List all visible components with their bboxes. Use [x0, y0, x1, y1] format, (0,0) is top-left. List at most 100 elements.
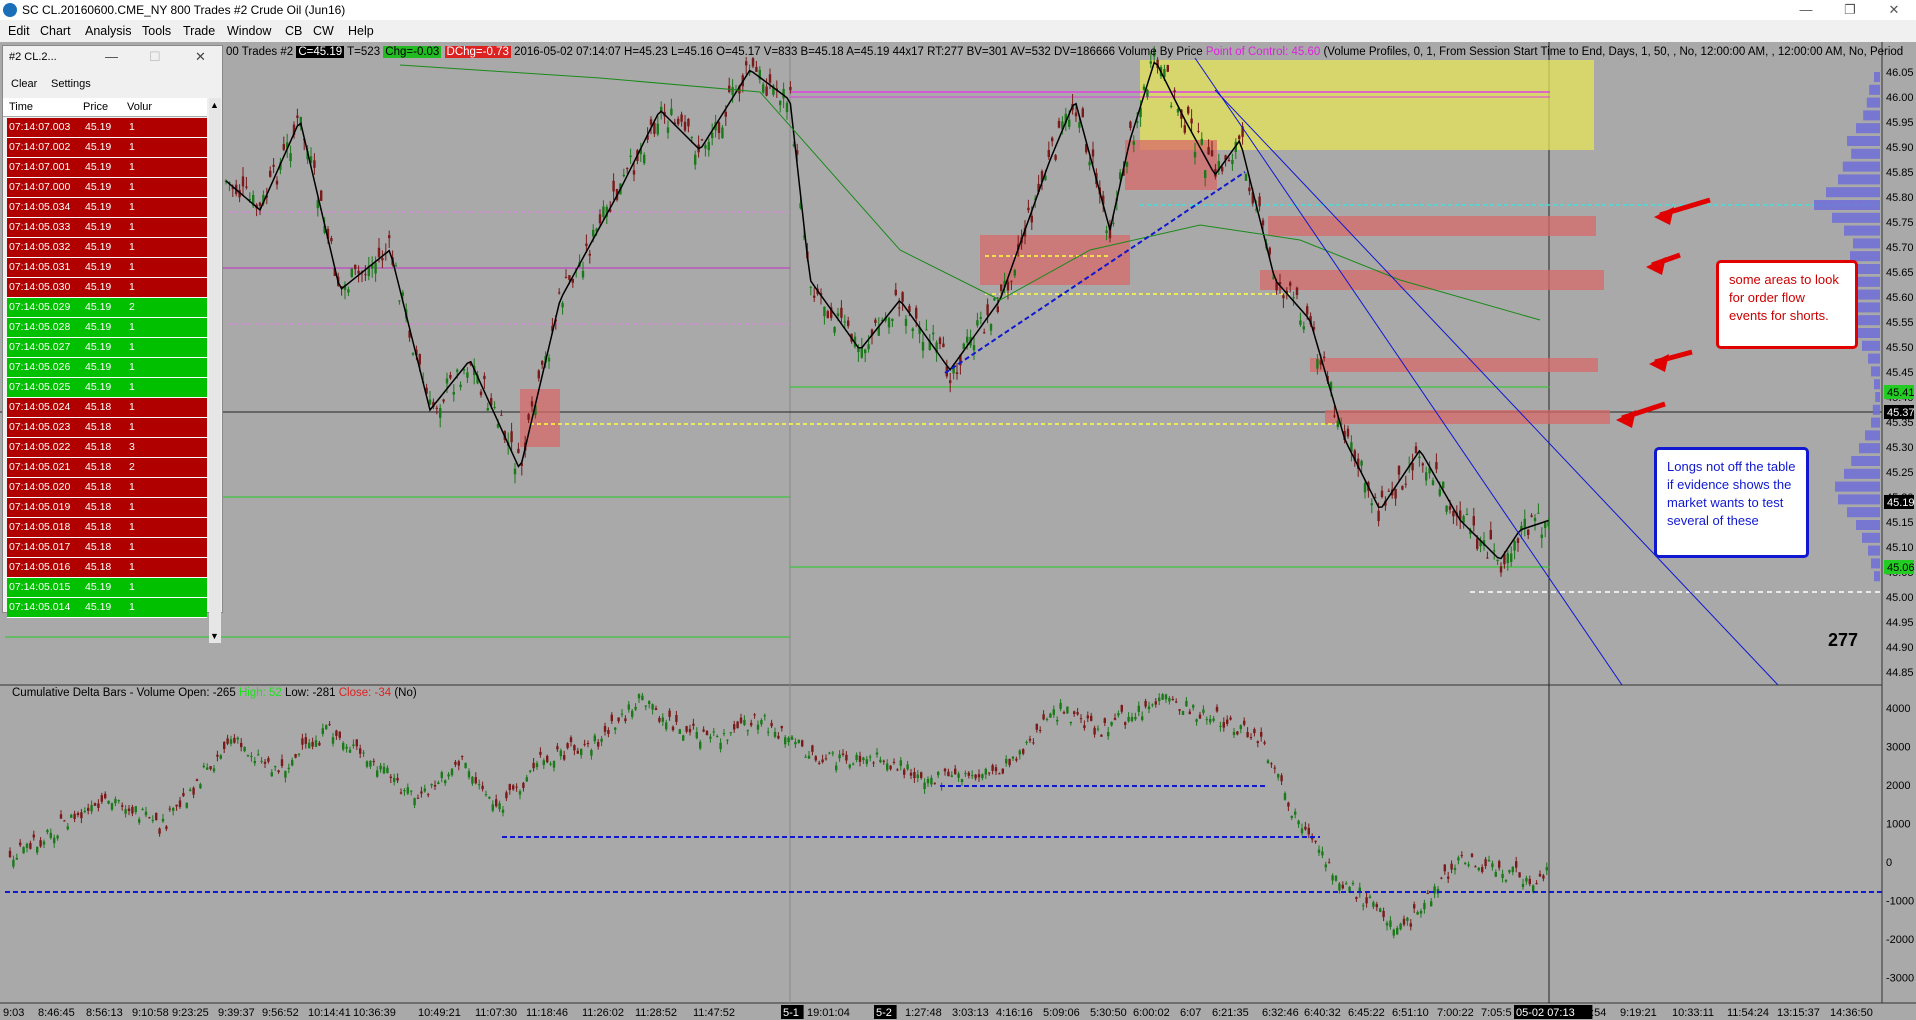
tape-settings-button[interactable]: Settings: [51, 78, 91, 90]
scroll-down-icon[interactable]: ▼: [210, 631, 219, 641]
tape-cell-vol: 1: [129, 521, 135, 533]
price-candle-body: [483, 375, 486, 380]
delta-bar-body: [1290, 815, 1293, 818]
delta-bar-body: [478, 784, 481, 786]
delta-bar-body: [886, 763, 889, 771]
delta-bar-body: [66, 826, 69, 830]
price-tick-label: 44.85: [1886, 667, 1914, 679]
delta-bar-body: [8, 850, 12, 858]
price-candle-body: [1404, 483, 1407, 485]
price-candle-body: [1013, 270, 1016, 276]
time-tick-label: 6:00:02: [1133, 1007, 1170, 1019]
price-candle-body: [1193, 151, 1197, 158]
price-candle-body: [1054, 155, 1057, 160]
price-candle-body: [561, 303, 564, 308]
delta-bar-body: [1334, 875, 1338, 881]
delta-bar-body: [1005, 758, 1008, 764]
price-candle-body: [1292, 297, 1295, 299]
delta-bar-body: [784, 737, 787, 745]
delta-bar-body: [1168, 697, 1171, 702]
delta-bar-body: [498, 803, 501, 810]
delta-bar-body: [427, 794, 430, 796]
delta-bar-body: [556, 746, 559, 750]
delta-bar-body: [1300, 828, 1304, 834]
price-candle-body: [330, 238, 333, 242]
price-candle-body: [1146, 89, 1149, 97]
tape-scrollbar[interactable]: ▲ ▼: [209, 98, 221, 643]
price-candle-body: [1173, 90, 1176, 93]
delta-bar-body: [1219, 725, 1222, 727]
delta-bar-body: [1266, 760, 1270, 764]
delta-bar-body: [1059, 702, 1062, 709]
delta-bar-body: [382, 766, 386, 774]
time-tick-label: 13:15:37: [1777, 1007, 1820, 1019]
price-candle-body: [1010, 280, 1013, 282]
time-and-sales-window[interactable]: #2 CL.2... — ☐ ✕ Clear Settings Time Pri…: [2, 45, 223, 643]
tape-row: 07:14:05.017 45.18 1: [7, 538, 207, 558]
delta-bar-body: [563, 755, 566, 760]
price-candle-body: [320, 190, 323, 201]
delta-bar-body: [1504, 879, 1508, 882]
tape-minimize-button[interactable]: —: [105, 49, 118, 64]
delta-bar-body: [1025, 741, 1028, 743]
price-candle-body: [1401, 485, 1404, 490]
scroll-up-icon[interactable]: ▲: [210, 100, 219, 110]
time-tick-label: 2:54: [1585, 1007, 1606, 1019]
price-chart-canvas[interactable]: 46.05 46.00 45.95 45.90 45.85 45.80 45.75 45.70…: [0, 0, 1916, 1020]
delta-bar-body: [906, 764, 909, 770]
price-candle-body: [568, 275, 571, 280]
tape-close-button[interactable]: ✕: [195, 49, 206, 65]
volume-profile-bar: [1874, 72, 1880, 82]
tape-cell-price: 45.18: [85, 461, 112, 473]
delta-bar-body: [189, 789, 192, 792]
time-tick-label: 5-2: [876, 1007, 892, 1019]
price-candle-body: [1272, 277, 1275, 279]
delta-bar-body: [875, 752, 879, 755]
delta-bar-body: [202, 765, 205, 768]
delta-bar-body: [1382, 911, 1385, 918]
volume-profile-bar: [1874, 379, 1880, 390]
delta-bar-body: [617, 717, 620, 722]
delta-bar-body: [532, 762, 535, 769]
col-volume[interactable]: Volur: [127, 101, 152, 113]
delta-bar-body: [1161, 694, 1164, 700]
delta-bar-body: [879, 759, 882, 763]
price-candle-body: [765, 86, 768, 96]
tape-maximize-button[interactable]: ☐: [149, 49, 161, 65]
delta-bar-body: [1011, 756, 1015, 759]
price-candle-body: [558, 292, 561, 294]
delta-bar-body: [957, 773, 960, 778]
delta-bar-body: [240, 742, 243, 748]
price-candle-body: [1448, 506, 1452, 510]
volume-profile-bar: [1851, 148, 1880, 159]
price-candle-body: [1231, 160, 1234, 165]
delta-bar-body: [1447, 876, 1450, 879]
delta-bar-body: [223, 742, 226, 750]
price-candle-body: [493, 406, 496, 408]
delta-bar-body: [1518, 872, 1521, 878]
price-candle-body: [1537, 512, 1540, 514]
tape-row: 07:14:05.030 45.19 1: [7, 278, 207, 298]
tape-cell-price: 45.18: [85, 561, 112, 573]
tape-cell-price: 45.19: [85, 601, 112, 613]
delta-bar-body: [926, 778, 930, 784]
tape-cell-time: 07:14:07.003: [9, 121, 71, 133]
col-price[interactable]: Price: [83, 101, 108, 113]
delta-bar-body: [1117, 713, 1120, 716]
delta-bar-body: [328, 724, 331, 726]
delta-bar-body: [981, 774, 984, 779]
col-time[interactable]: Time: [9, 101, 33, 113]
delta-bar-body: [1256, 741, 1259, 743]
delta-bar-body: [461, 756, 464, 758]
price-candle-body: [1258, 196, 1261, 207]
price-candle-body: [1472, 516, 1475, 526]
price-candle-body: [1306, 306, 1309, 315]
delta-bar-body: [1314, 840, 1317, 842]
price-candle-body: [891, 318, 894, 321]
tape-clear-button[interactable]: Clear: [11, 78, 37, 90]
delta-bar-body: [144, 811, 148, 816]
tape-row: 07:14:05.027 45.19 1: [7, 338, 207, 358]
delta-bar-body: [1457, 857, 1460, 861]
red-arrowhead-icon: [1654, 207, 1674, 225]
volume-profile-bar: [1814, 200, 1880, 210]
